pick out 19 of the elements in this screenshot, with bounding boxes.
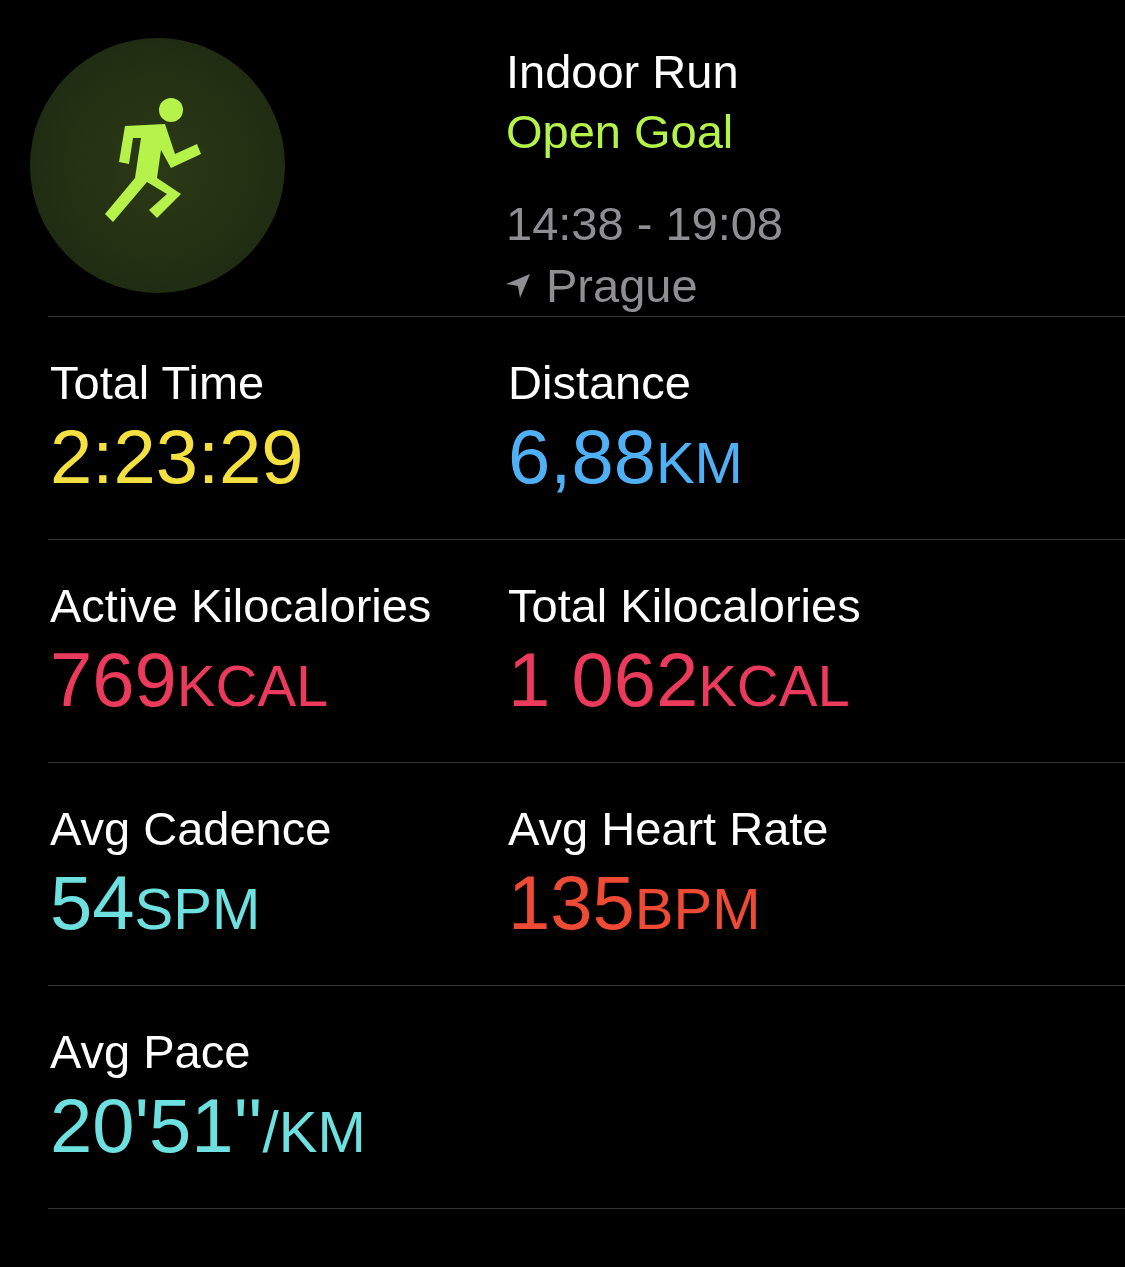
location-name: Prague <box>546 258 698 314</box>
metric-label: Active Kilocalories <box>50 578 432 634</box>
workout-title: Indoor Run <box>506 44 739 100</box>
metric-value: 135BPM <box>508 859 761 947</box>
metric-label: Distance <box>508 355 691 411</box>
workout-goal: Open Goal <box>506 104 734 160</box>
metric-label: Total Time <box>50 355 265 411</box>
metric-value: 54SPM <box>50 859 261 947</box>
metric-value: 2:23:29 <box>50 413 304 501</box>
metric-label: Avg Heart Rate <box>508 801 829 857</box>
location-arrow-icon <box>506 274 530 298</box>
metric-label: Avg Cadence <box>50 801 332 857</box>
metric-label: Avg Pace <box>50 1024 251 1080</box>
metric-value: 6,88KM <box>508 413 743 501</box>
metric-label: Total Kilocalories <box>508 578 861 634</box>
metric-value: 1 062KCAL <box>508 636 850 724</box>
metric-value: 769KCAL <box>50 636 329 724</box>
time-range: 14:38 - 19:08 <box>506 196 783 252</box>
metric-value: 20'51''/KM <box>50 1082 366 1170</box>
